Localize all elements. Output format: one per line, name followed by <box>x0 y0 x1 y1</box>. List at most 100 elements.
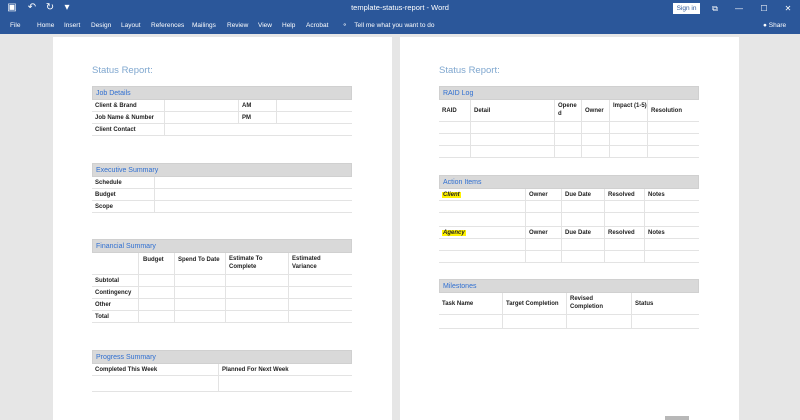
col-owner: Owner <box>525 227 561 238</box>
table-cell[interactable] <box>439 201 525 212</box>
am-value[interactable] <box>276 100 352 111</box>
table-cell[interactable] <box>288 275 352 286</box>
table-cell[interactable] <box>288 299 352 310</box>
table-cell[interactable] <box>288 311 352 322</box>
table-cell[interactable] <box>439 251 525 262</box>
scope-value[interactable] <box>154 201 352 212</box>
tab-review[interactable]: Review <box>227 22 248 30</box>
table-cell[interactable] <box>174 299 225 310</box>
table-cell[interactable] <box>470 134 554 145</box>
table-header-row: Task Name Target Completion Revised Comp… <box>439 293 699 315</box>
budget-value[interactable] <box>154 189 352 200</box>
table-cell[interactable] <box>561 239 604 250</box>
table-cell[interactable] <box>138 299 174 310</box>
tab-insert[interactable]: Insert <box>64 22 80 30</box>
tab-layout[interactable]: Layout <box>121 22 141 30</box>
table-cell[interactable] <box>581 134 609 145</box>
tab-references[interactable]: References <box>151 22 184 30</box>
table-cell[interactable] <box>647 122 699 133</box>
table-cell[interactable] <box>604 213 644 226</box>
table-cell[interactable] <box>644 239 699 250</box>
table-cell[interactable] <box>554 146 581 157</box>
table-cell[interactable] <box>225 299 288 310</box>
page-1[interactable]: Status Report: Job Details Client & Bran… <box>53 37 392 420</box>
client-contact-value[interactable] <box>164 124 352 135</box>
table-cell[interactable] <box>439 239 525 250</box>
table-cell[interactable] <box>439 213 525 226</box>
tab-view[interactable]: View <box>258 22 272 30</box>
table-cell[interactable] <box>581 146 609 157</box>
table-cell[interactable] <box>609 134 647 145</box>
table-cell[interactable] <box>92 376 218 391</box>
tab-design[interactable]: Design <box>91 22 111 30</box>
table-cell[interactable] <box>470 146 554 157</box>
table-cell[interactable] <box>525 251 561 262</box>
schedule-value[interactable] <box>154 177 352 188</box>
tell-me-search[interactable]: ⚬ Tell me what you want to do <box>342 20 434 32</box>
table-cell[interactable] <box>644 213 699 226</box>
tab-mailings[interactable]: Mailings <box>192 22 216 30</box>
person-icon: ● <box>763 22 767 29</box>
table-cell[interactable] <box>525 239 561 250</box>
table-cell[interactable] <box>439 122 470 133</box>
tab-home[interactable]: Home <box>37 22 54 30</box>
table-header-row: Agency Owner Due Date Resolved Notes <box>439 227 699 239</box>
page-2[interactable]: Status Report: RAID Log RAID Detail Open… <box>400 37 739 420</box>
table-cell[interactable] <box>561 201 604 212</box>
table-row <box>439 134 699 146</box>
table-cell[interactable] <box>138 287 174 298</box>
table-cell[interactable] <box>581 122 609 133</box>
client-brand-value[interactable] <box>164 100 238 111</box>
table-cell[interactable] <box>561 251 604 262</box>
table-row <box>439 213 699 227</box>
table-cell[interactable] <box>644 201 699 212</box>
table-cell[interactable] <box>225 275 288 286</box>
table-cell[interactable] <box>609 122 647 133</box>
close-icon[interactable]: ✕ <box>777 1 799 16</box>
table-cell[interactable] <box>561 213 604 226</box>
progress-summary-table: Progress Summary Completed This Week Pla… <box>92 350 352 392</box>
table-cell[interactable] <box>439 146 470 157</box>
table-cell[interactable] <box>604 201 644 212</box>
table-cell[interactable] <box>288 287 352 298</box>
table-cell[interactable] <box>554 134 581 145</box>
table-cell[interactable] <box>174 287 225 298</box>
table-cell[interactable] <box>225 287 288 298</box>
tab-acrobat[interactable]: Acrobat <box>306 22 328 30</box>
table-cell[interactable] <box>502 315 566 328</box>
pm-value[interactable] <box>276 112 352 123</box>
tab-help[interactable]: Help <box>282 22 295 30</box>
table-cell[interactable] <box>525 201 561 212</box>
col-due-date: Due Date <box>561 227 604 238</box>
col-revised-completion: Revised Completion <box>566 293 631 314</box>
table-cell[interactable] <box>604 251 644 262</box>
maximize-icon[interactable]: ☐ <box>753 1 775 16</box>
job-name-value[interactable] <box>164 112 238 123</box>
table-cell[interactable] <box>647 134 699 145</box>
table-cell[interactable] <box>604 239 644 250</box>
table-cell[interactable] <box>566 315 631 328</box>
table-cell[interactable] <box>218 376 352 391</box>
table-cell[interactable] <box>470 122 554 133</box>
table-cell[interactable] <box>554 122 581 133</box>
sign-in-button[interactable]: Sign in <box>673 3 700 14</box>
table-cell[interactable] <box>439 315 502 328</box>
table-cell[interactable] <box>138 311 174 322</box>
table-cell[interactable] <box>609 146 647 157</box>
table-cell[interactable] <box>525 213 561 226</box>
table-cell[interactable] <box>631 315 699 328</box>
table-cell[interactable] <box>225 311 288 322</box>
table-cell[interactable] <box>439 134 470 145</box>
horizontal-scrollbar[interactable] <box>665 416 689 420</box>
table-cell[interactable] <box>174 311 225 322</box>
minimize-icon[interactable]: — <box>728 1 750 16</box>
ribbon-display-options-icon[interactable]: ⧉ <box>704 1 726 16</box>
tab-file[interactable]: File <box>10 22 20 30</box>
action-items-heading: Action Items <box>439 175 699 189</box>
table-cell[interactable] <box>174 275 225 286</box>
table-cell[interactable] <box>647 146 699 157</box>
table-cell[interactable] <box>138 275 174 286</box>
col-estimated-variance: Estimated Variance <box>288 253 352 274</box>
table-cell[interactable] <box>644 251 699 262</box>
share-button[interactable]: ● Share <box>763 22 786 30</box>
